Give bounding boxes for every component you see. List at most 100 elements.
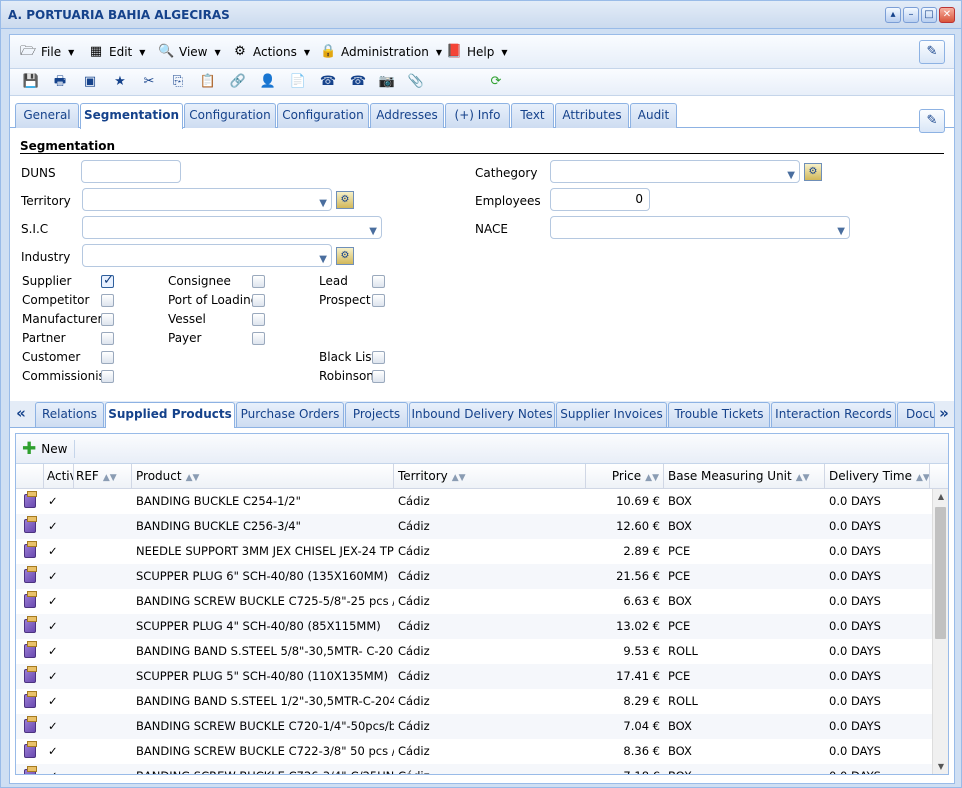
tab-text[interactable]: Text (511, 103, 554, 128)
territory-lookup-icon[interactable]: ⚙ (336, 191, 354, 209)
black-list-checkbox[interactable] (372, 351, 385, 364)
copy-icon[interactable]: ⎘ (169, 73, 187, 91)
paste-icon[interactable]: 📋 (199, 73, 217, 91)
product-icon[interactable] (24, 516, 37, 533)
archive-icon[interactable]: ▣ (81, 73, 99, 91)
tab-attributes[interactable]: Attributes (555, 103, 629, 128)
scroll-down-icon[interactable]: ▼ (933, 759, 948, 774)
table-row[interactable]: ✓ BANDING SCREW BUCKLE C722-3/8" 50 pcs /… (16, 739, 932, 764)
chevron-down-icon[interactable]: ▼ (319, 193, 327, 214)
attachment-icon[interactable]: 📎 (407, 73, 425, 91)
product-icon[interactable] (24, 491, 37, 508)
product-icon[interactable] (24, 666, 37, 683)
menu-edit[interactable]: ▦ Edit ▼ (88, 43, 146, 61)
save-icon[interactable]: 💾 (22, 73, 40, 91)
subtab-purchase-orders[interactable]: Purchase Orders (236, 402, 344, 427)
tab-segmentation[interactable]: Segmentation (80, 103, 183, 129)
category-select[interactable]: ▼ (550, 160, 800, 183)
table-row[interactable]: ✓ BANDING BUCKLE C256-3/4" Cádiz 12.60 € BOX… (16, 514, 932, 539)
port-of-loading-checkbox[interactable] (252, 294, 265, 307)
employees-input[interactable]: 0 (550, 188, 650, 211)
product-icon[interactable] (24, 641, 37, 658)
robinson-checkbox[interactable] (372, 370, 385, 383)
report-icon[interactable]: 📄 (289, 73, 307, 91)
scroll-left-icon[interactable]: « (11, 402, 31, 427)
duns-input[interactable] (81, 160, 181, 183)
prospect-checkbox[interactable] (372, 294, 385, 307)
camera-icon[interactable]: 📷 (378, 73, 396, 91)
product-icon[interactable] (24, 691, 37, 708)
edit-layout-button[interactable]: ✎ (919, 109, 945, 133)
table-row[interactable]: ✓ SCUPPER PLUG 6" SCH-40/80 (135X160MM) Cá… (16, 564, 932, 589)
column-territory[interactable]: Territory ▲▼ (394, 464, 586, 489)
subtab-inbound-delivery-notes[interactable]: Inbound Delivery Notes (409, 402, 555, 427)
commissionist-checkbox[interactable] (101, 370, 114, 383)
favorite-icon[interactable]: ★ (111, 73, 129, 91)
table-row[interactable]: ✓ BANDING BAND S.STEEL 5/8"-30,5MTR- C-20… (16, 639, 932, 664)
product-icon[interactable] (24, 616, 37, 633)
product-icon[interactable] (24, 766, 37, 774)
table-row[interactable]: ✓ SCUPPER PLUG 4" SCH-40/80 (85X115MM) Cád… (16, 614, 932, 639)
column-base-unit[interactable]: Base Measuring Unit ▲▼ (664, 464, 825, 489)
scroll-thumb[interactable] (935, 507, 946, 639)
payer-checkbox[interactable] (252, 332, 265, 345)
tab-audit[interactable]: Audit (630, 103, 677, 128)
subtab-projects[interactable]: Projects (345, 402, 408, 427)
print-icon[interactable]: 🖶 (51, 73, 69, 91)
territory-select[interactable]: ▼ (82, 188, 332, 211)
tab-general[interactable]: General (15, 103, 79, 128)
tab-configuration-1[interactable]: Configuration (184, 103, 276, 128)
subtab-supplied-products[interactable]: Supplied Products (105, 402, 235, 428)
collapse-icon[interactable]: ▴ (885, 7, 901, 23)
table-row[interactable]: ✓ BANDING BUCKLE C254-1/2" Cádiz 10.69 € BOX… (16, 489, 932, 514)
table-row[interactable]: ✓ BANDING SCREW BUCKLE C726-3/4"-C/25UNID… (16, 764, 932, 774)
menu-file[interactable]: 🗁 File ▼ (20, 43, 74, 61)
call-out-icon[interactable]: ☎ (319, 73, 337, 91)
customer-checkbox[interactable] (101, 351, 114, 364)
subtab-documents[interactable]: Docu (897, 402, 935, 427)
user-icon[interactable]: 👤 (259, 73, 277, 91)
scroll-right-icon[interactable]: » (934, 402, 954, 427)
call-in-icon[interactable]: ☎ (349, 73, 367, 91)
lead-checkbox[interactable] (372, 275, 385, 288)
tab-addresses[interactable]: Addresses (370, 103, 444, 128)
consignee-checkbox[interactable] (252, 275, 265, 288)
subtab-trouble-tickets[interactable]: Trouble Tickets (668, 402, 770, 427)
industry-select[interactable]: ▼ (82, 244, 332, 267)
column-delivery-time[interactable]: Delivery Time ▲▼ (825, 464, 930, 489)
product-icon[interactable] (24, 591, 37, 608)
column-ref[interactable]: REF ▲▼ (74, 464, 132, 489)
menu-view[interactable]: 🔍 View ▼ (158, 43, 221, 61)
product-icon[interactable] (24, 566, 37, 583)
column-price[interactable]: Price ▲▼ (586, 464, 664, 489)
tab-info[interactable]: (+) Info (445, 103, 510, 128)
sic-select[interactable]: ▼ (82, 216, 382, 239)
scroll-up-icon[interactable]: ▲ (933, 489, 948, 505)
vessel-checkbox[interactable] (252, 313, 265, 326)
tab-configuration-2[interactable]: Configuration (277, 103, 369, 128)
nace-select[interactable]: ▼ (550, 216, 850, 239)
table-row[interactable]: ✓ BANDING SCREW BUCKLE C725-5/8"-25 pcs /… (16, 589, 932, 614)
chevron-down-icon[interactable]: ▼ (787, 165, 795, 186)
subtab-supplier-invoices[interactable]: Supplier Invoices (556, 402, 667, 427)
product-icon[interactable] (24, 541, 37, 558)
grid-scrollbar[interactable]: ▲ ▼ (932, 489, 948, 774)
link-icon[interactable]: 🔗 (229, 73, 247, 91)
table-row[interactable]: ✓ BANDING SCREW BUCKLE C720-1/4"-50pcs/bo… (16, 714, 932, 739)
industry-lookup-icon[interactable]: ⚙ (336, 247, 354, 265)
menu-administration[interactable]: 🔒 Administration ▼ (320, 43, 442, 61)
menu-help[interactable]: 📕 Help ▼ (446, 43, 508, 61)
product-icon[interactable] (24, 716, 37, 733)
column-active[interactable]: Activ (44, 464, 74, 489)
title-bar[interactable]: A. PORTUARIA BAHIA ALGECIRAS ▴ – □ ✕ (1, 1, 961, 29)
column-product[interactable]: Product ▲▼ (132, 464, 394, 489)
subtab-relations[interactable]: Relations (35, 402, 104, 427)
product-icon[interactable] (24, 741, 37, 758)
chevron-down-icon[interactable]: ▼ (837, 221, 845, 242)
table-row[interactable]: ✓ SCUPPER PLUG 5" SCH-40/80 (110X135MM) Cá… (16, 664, 932, 689)
chevron-down-icon[interactable]: ▼ (319, 249, 327, 270)
minimize-icon[interactable]: – (903, 7, 919, 23)
close-icon[interactable]: ✕ (939, 7, 955, 23)
chevron-down-icon[interactable]: ▼ (369, 221, 377, 242)
maximize-icon[interactable]: □ (921, 7, 937, 23)
